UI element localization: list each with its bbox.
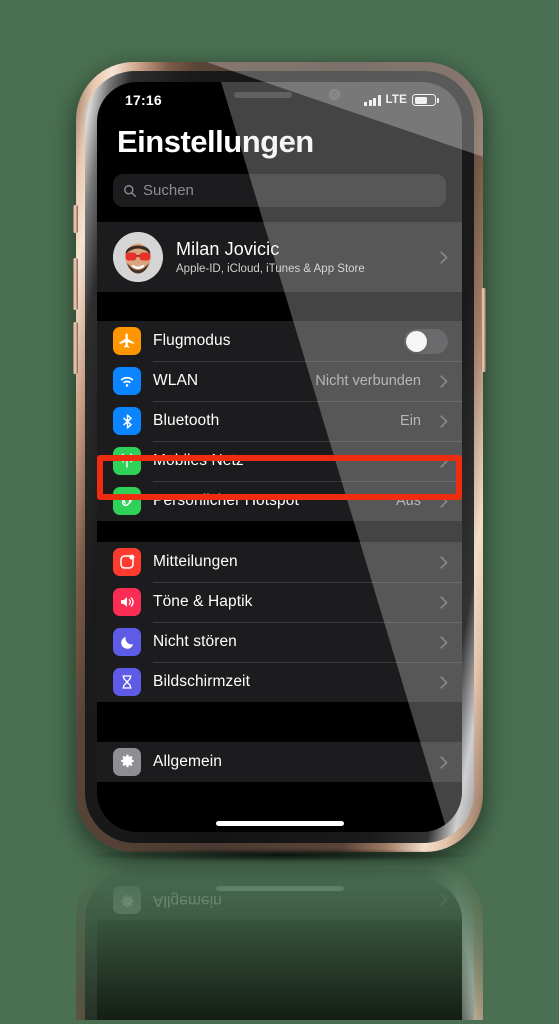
reflection-home-indicator	[215, 886, 344, 891]
reflection-row-label: Allgemein	[153, 892, 222, 909]
screenshot-stage: 17:16 LTE Einstellungen Suchen Milan Jov…	[0, 0, 559, 1024]
volume-up-button[interactable]	[73, 258, 78, 310]
settings-group-system: Allgemein	[97, 742, 462, 782]
chevron-right-icon	[440, 555, 448, 569]
apple-id-row[interactable]: Milan Jovicic Apple-ID, iCloud, iTunes &…	[97, 222, 462, 292]
settings-row-label: Allgemein	[153, 753, 222, 770]
settings-row-label: WLAN	[153, 372, 199, 389]
settings-row-label: Bildschirmzeit	[153, 673, 251, 690]
settings-row-wlan[interactable]: WLAN Nicht verbunden	[97, 361, 462, 401]
gear-icon	[113, 748, 141, 776]
chevron-right-icon	[440, 414, 448, 428]
front-camera-icon	[328, 89, 340, 100]
search-icon	[124, 184, 136, 197]
home-indicator[interactable]	[215, 821, 344, 826]
page-title: Einstellungen	[117, 124, 314, 159]
settings-row-label: Töne & Haptik	[153, 593, 253, 610]
bluetooth-icon	[113, 407, 141, 435]
hourglass-icon	[113, 668, 141, 696]
search-placeholder: Suchen	[143, 182, 194, 199]
search-input[interactable]: Suchen	[113, 174, 446, 207]
settings-row-value: Nicht verbunden	[315, 373, 421, 389]
earpiece-speaker-icon	[233, 92, 292, 98]
network-type-label: LTE	[385, 94, 407, 106]
power-button[interactable]	[481, 288, 486, 372]
settings-row-label: Bluetooth	[153, 412, 220, 429]
settings-row-toene-haptik[interactable]: Töne & Haptik	[97, 582, 462, 622]
bluetooth-highlight-annotation	[97, 455, 462, 500]
settings-row-flugmodus[interactable]: Flugmodus	[97, 321, 462, 361]
account-name: Milan Jovicic	[176, 239, 280, 259]
account-text: Milan Jovicic Apple-ID, iCloud, iTunes &…	[176, 239, 427, 275]
sound-icon	[113, 588, 141, 616]
volume-down-button[interactable]	[73, 322, 78, 374]
signal-bars-icon	[364, 94, 381, 106]
settings-row-bildschirmzeit[interactable]: Bildschirmzeit	[97, 662, 462, 702]
settings-row-allgemein[interactable]: Allgemein	[97, 742, 462, 782]
settings-row-label: Mitteilungen	[153, 553, 238, 570]
settings-row-label: Flugmodus	[153, 332, 231, 349]
gear-icon	[113, 886, 141, 914]
moon-icon	[113, 628, 141, 656]
avatar	[113, 232, 163, 282]
mute-switch-button[interactable]	[73, 205, 78, 233]
chevron-right-icon	[440, 893, 448, 907]
status-indicators: LTE	[364, 94, 439, 106]
notifications-icon	[113, 548, 141, 576]
chevron-right-icon	[440, 250, 448, 264]
chevron-right-icon	[440, 635, 448, 649]
device-reflection: Allgemein	[76, 860, 483, 1020]
wifi-icon	[113, 367, 141, 395]
settings-row-label: Nicht stören	[153, 633, 237, 650]
notch	[197, 82, 362, 108]
account-subtitle: Apple-ID, iCloud, iTunes & App Store	[176, 263, 365, 275]
status-time: 17:16	[125, 92, 162, 108]
chevron-right-icon	[440, 595, 448, 609]
settings-row-mitteilungen[interactable]: Mitteilungen	[97, 542, 462, 582]
airplane-mode-toggle[interactable]	[404, 328, 448, 354]
airplane-icon	[113, 327, 141, 355]
chevron-right-icon	[440, 755, 448, 769]
settings-group-notifications: Mitteilungen Töne & Haptik Nicht stören …	[97, 542, 462, 702]
settings-row-bluetooth[interactable]: Bluetooth Ein	[97, 401, 462, 441]
chevron-right-icon	[440, 374, 448, 388]
settings-row-value: Ein	[400, 413, 421, 429]
settings-row-nicht-stoeren[interactable]: Nicht stören	[97, 622, 462, 662]
battery-icon	[412, 94, 439, 106]
chevron-right-icon	[440, 675, 448, 689]
